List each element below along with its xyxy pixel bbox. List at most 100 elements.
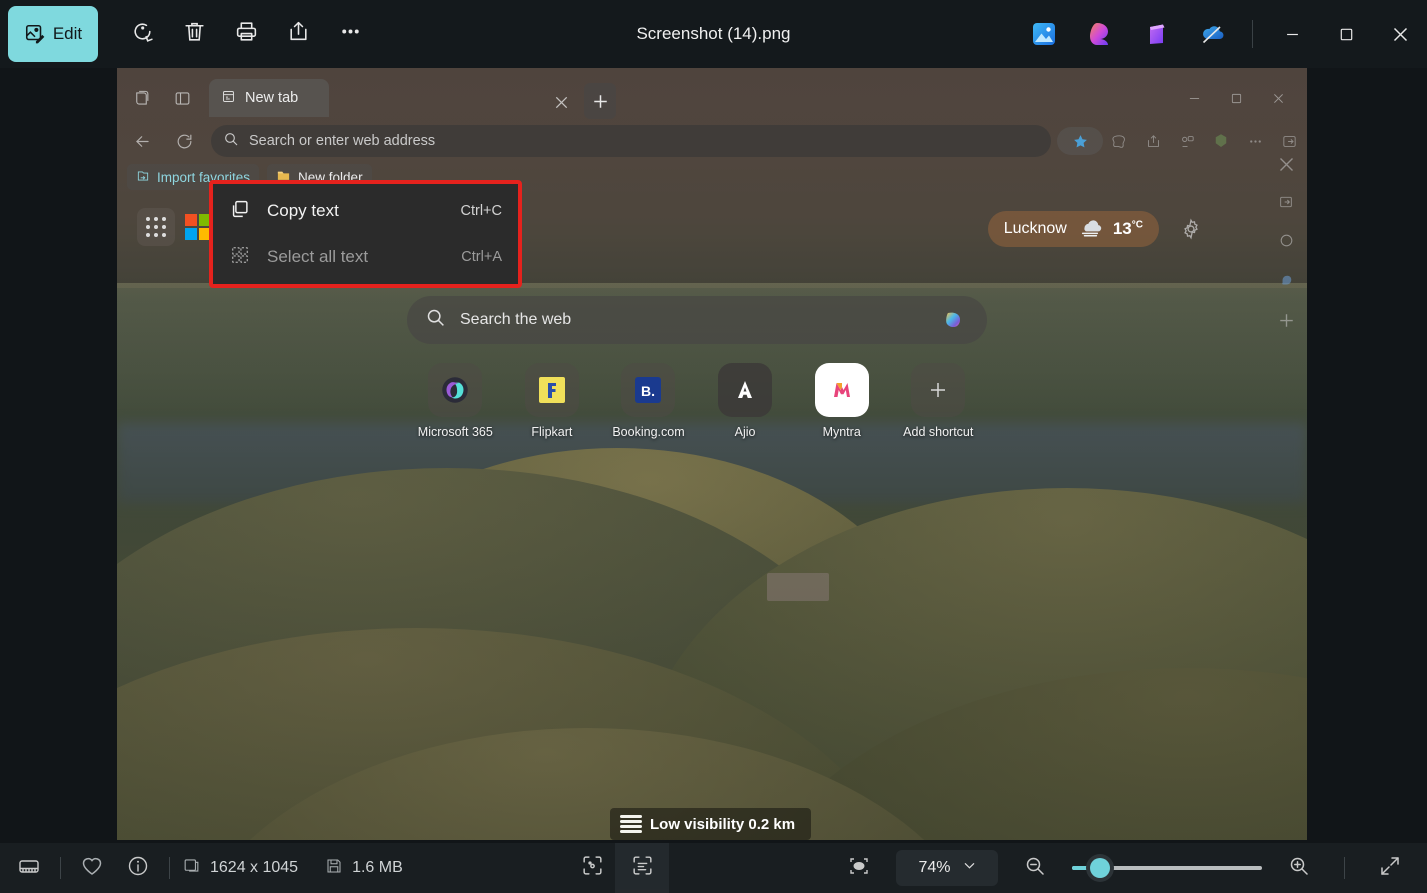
more-options-button[interactable] xyxy=(324,8,376,60)
info-icon xyxy=(126,854,150,883)
visual-search-button[interactable] xyxy=(569,843,615,893)
visibility-text: Low visibility 0.2 km xyxy=(650,816,795,833)
fullscreen-button[interactable] xyxy=(1367,843,1413,893)
copy-icon xyxy=(229,198,251,225)
workspaces-icon[interactable] xyxy=(124,81,158,115)
filmstrip-button[interactable] xyxy=(6,843,52,893)
more-icon xyxy=(338,19,363,49)
zoom-slider[interactable] xyxy=(1072,858,1262,878)
refresh-button[interactable] xyxy=(167,124,201,158)
designer-app-icon[interactable] xyxy=(1072,0,1128,68)
favorite-star-button[interactable] xyxy=(1057,127,1103,155)
tab-actions-icon[interactable] xyxy=(165,81,199,115)
shortcut-add[interactable]: Add shortcut xyxy=(890,363,987,439)
search-icon xyxy=(223,131,239,151)
browser-close-button[interactable] xyxy=(1257,83,1299,113)
edit-button[interactable]: Edit xyxy=(8,6,98,62)
extension-icon[interactable] xyxy=(1205,125,1237,157)
context-menu: Copy text Ctrl+C Select all text Ctrl+A xyxy=(213,184,518,284)
shortcut-ajio[interactable]: Ajio xyxy=(697,363,794,439)
share-button[interactable] xyxy=(272,8,324,60)
app-title-bar: Edit xyxy=(0,0,1427,68)
print-button[interactable] xyxy=(220,8,272,60)
circle-icon[interactable] xyxy=(1273,232,1299,249)
close-button[interactable] xyxy=(1373,0,1427,68)
fog-icon xyxy=(1077,216,1103,243)
sidebar-open-icon[interactable] xyxy=(1273,194,1299,210)
clipchamp-app-icon[interactable] xyxy=(1128,0,1184,68)
shortcut-flipkart[interactable]: Flipkart xyxy=(504,363,601,439)
delete-button[interactable] xyxy=(168,8,220,60)
address-bar-placeholder: Search or enter web address xyxy=(249,133,435,149)
zoom-level-dropdown[interactable]: 74% xyxy=(896,850,998,886)
app-launcher-icon[interactable] xyxy=(137,208,175,246)
fit-to-window-button[interactable] xyxy=(836,843,882,893)
visibility-badge: Low visibility 0.2 km xyxy=(610,808,811,840)
image-dimensions: 1624 x 1045 xyxy=(210,859,298,877)
shortcut-label: Flipkart xyxy=(531,425,572,439)
plus-icon xyxy=(911,363,965,417)
collections-icon[interactable] xyxy=(1103,125,1135,157)
back-button[interactable] xyxy=(125,124,159,158)
divider xyxy=(1252,20,1253,48)
shortcut-microsoft-365[interactable]: Microsoft 365 xyxy=(407,363,504,439)
divider xyxy=(1344,857,1345,879)
import-favorites-icon xyxy=(136,169,150,186)
new-tab-button[interactable] xyxy=(584,83,616,119)
zoom-slider-thumb[interactable] xyxy=(1090,858,1110,878)
menu-item-copy-text[interactable]: Copy text Ctrl+C xyxy=(213,188,518,234)
text-extract-button[interactable] xyxy=(615,843,669,893)
sidebar-close-icon[interactable] xyxy=(1273,156,1299,172)
select-all-icon xyxy=(229,244,251,271)
favorite-heart-icon xyxy=(80,854,104,883)
photos-app-icon[interactable] xyxy=(1016,0,1072,68)
browser-minimize-button[interactable] xyxy=(1173,83,1215,113)
zoom-out-button[interactable] xyxy=(1012,843,1058,893)
filmstrip-icon xyxy=(17,854,41,883)
context-menu-highlight: Copy text Ctrl+C Select all text Ctrl+A xyxy=(209,180,522,288)
share-icon[interactable] xyxy=(1137,125,1169,157)
shortcut-myntra[interactable]: Myntra xyxy=(793,363,890,439)
shortcut-booking-com[interactable]: B. Booking.com xyxy=(600,363,697,439)
address-bar[interactable]: Search or enter web address xyxy=(211,125,1051,157)
split-screen-icon[interactable] xyxy=(1171,125,1203,157)
rotate-button[interactable] xyxy=(116,8,168,60)
fit-to-window-icon xyxy=(847,854,871,883)
shortcut-label: Ajio xyxy=(735,425,756,439)
copilot-icon[interactable] xyxy=(939,305,969,335)
copilot-icon[interactable] xyxy=(1273,271,1299,290)
save-disk-icon xyxy=(325,857,343,880)
status-bar: 1624 x 1045 1.6 MB xyxy=(0,843,1427,893)
tab-close-button[interactable] xyxy=(547,88,575,116)
shortcut-label: Booking.com xyxy=(612,425,684,439)
weather-widget[interactable]: Lucknow 13°C xyxy=(988,211,1159,247)
svg-text:B.: B. xyxy=(641,383,655,399)
minimize-button[interactable] xyxy=(1265,0,1319,68)
chevron-down-icon xyxy=(963,859,976,877)
microsoft-logo-icon[interactable] xyxy=(185,214,211,240)
gear-icon[interactable] xyxy=(1175,213,1207,245)
shortcut-label: Add shortcut xyxy=(903,425,973,439)
add-icon[interactable] xyxy=(1273,312,1299,328)
microsoft-365-icon xyxy=(428,363,482,417)
maximize-button[interactable] xyxy=(1319,0,1373,68)
onedrive-paused-icon[interactable] xyxy=(1184,0,1240,68)
menu-item-shortcut: Ctrl+A xyxy=(461,249,502,265)
flipkart-icon xyxy=(525,363,579,417)
grid-dots xyxy=(146,217,166,237)
web-search-box[interactable]: Search the web xyxy=(407,296,987,344)
menu-item-select-all-text[interactable]: Select all text Ctrl+A xyxy=(213,234,518,280)
zoom-in-button[interactable] xyxy=(1276,843,1322,893)
favorite-button[interactable] xyxy=(69,843,115,893)
info-button[interactable] xyxy=(115,843,161,893)
weather-temperature: 13°C xyxy=(1113,219,1143,239)
visual-search-icon xyxy=(580,853,605,883)
print-icon xyxy=(234,19,259,49)
divider xyxy=(60,857,61,879)
browser-navigation-bar: Search or enter web address xyxy=(117,118,1307,164)
browser-maximize-button[interactable] xyxy=(1215,83,1257,113)
browser-tab-strip: New tab xyxy=(117,75,1307,121)
rotate-icon xyxy=(130,19,155,49)
browser-tab[interactable]: New tab xyxy=(209,79,329,117)
tab-label: New tab xyxy=(245,90,298,106)
